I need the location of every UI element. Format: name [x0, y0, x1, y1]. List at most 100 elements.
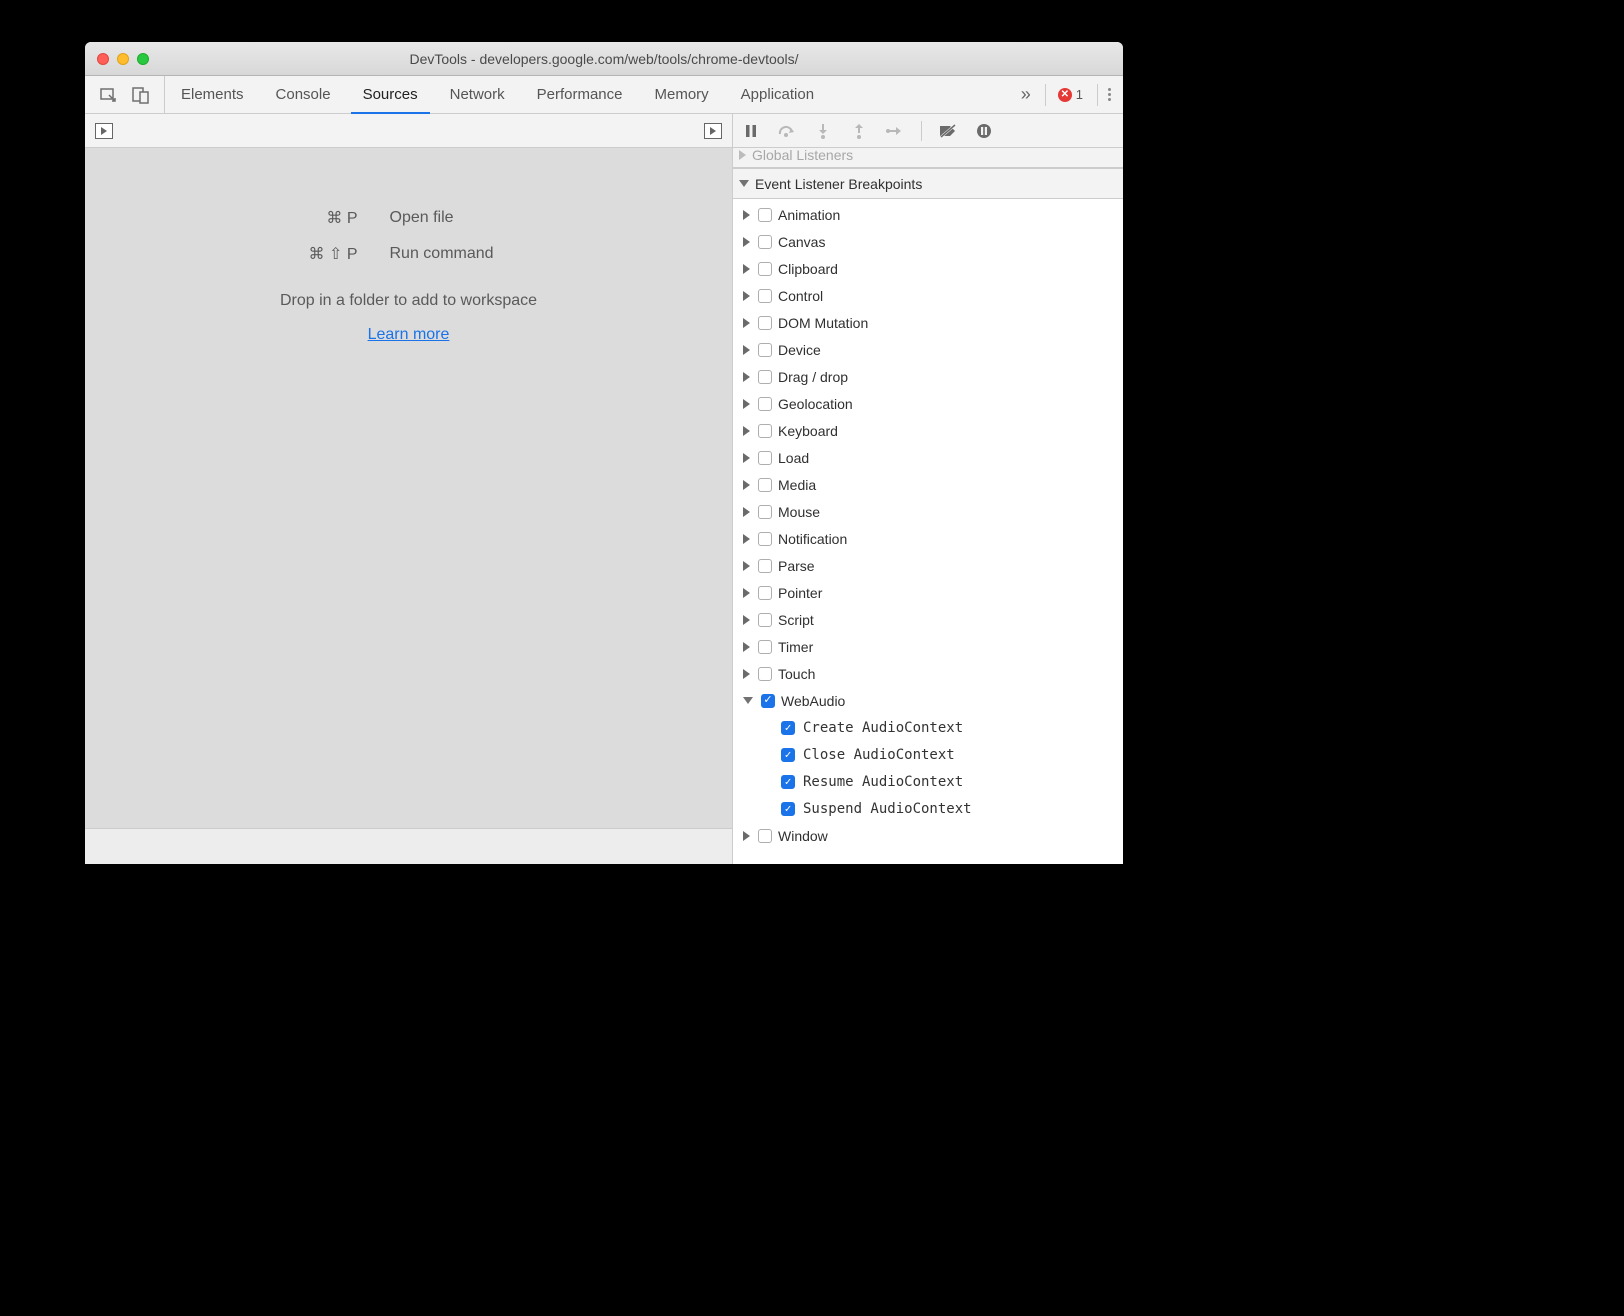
expand-icon[interactable] [743, 237, 750, 247]
main-tabbar: ElementsConsoleSourcesNetworkPerformance… [85, 76, 1123, 114]
pause-on-exceptions-icon[interactable] [974, 123, 994, 139]
category-label: Notification [778, 531, 847, 547]
maximize-window-button[interactable] [137, 53, 149, 65]
settings-menu-icon[interactable] [1097, 84, 1111, 106]
breakpoint-category[interactable]: Load [733, 444, 1123, 471]
category-checkbox[interactable] [758, 235, 772, 249]
category-label: Device [778, 342, 821, 358]
breakpoint-category[interactable]: Touch [733, 660, 1123, 687]
event-listener-breakpoints-header[interactable]: Event Listener Breakpoints [733, 168, 1123, 199]
breakpoint-category[interactable]: Media [733, 471, 1123, 498]
expand-icon[interactable] [743, 480, 750, 490]
category-checkbox[interactable] [758, 559, 772, 573]
category-checkbox[interactable] [758, 505, 772, 519]
error-badge[interactable]: ✕ 1 [1045, 84, 1083, 106]
category-checkbox[interactable] [758, 667, 772, 681]
breakpoint-category[interactable]: Keyboard [733, 417, 1123, 444]
step-into-icon[interactable] [813, 123, 833, 139]
category-checkbox[interactable] [758, 586, 772, 600]
breakpoint-category[interactable]: WebAudio [733, 687, 1123, 714]
close-window-button[interactable] [97, 53, 109, 65]
breakpoint-checkbox[interactable] [781, 721, 795, 735]
expand-icon[interactable] [743, 399, 750, 409]
collapse-icon[interactable] [743, 697, 753, 704]
expand-icon[interactable] [743, 615, 750, 625]
panel-title: Global Listeners [752, 148, 853, 163]
expand-icon[interactable] [743, 507, 750, 517]
breakpoint-category[interactable]: Control [733, 282, 1123, 309]
category-checkbox[interactable] [758, 208, 772, 222]
breakpoint-category[interactable]: Geolocation [733, 390, 1123, 417]
expand-icon[interactable] [743, 426, 750, 436]
breakpoint-category[interactable]: Drag / drop [733, 363, 1123, 390]
breakpoint-category[interactable]: Timer [733, 633, 1123, 660]
expand-icon[interactable] [743, 318, 750, 328]
expand-icon[interactable] [743, 264, 750, 274]
pause-icon[interactable] [741, 124, 761, 138]
category-checkbox[interactable] [758, 478, 772, 492]
step-icon[interactable] [885, 124, 905, 138]
breakpoint-category[interactable]: Script [733, 606, 1123, 633]
breakpoint-category[interactable]: Window [733, 822, 1123, 849]
category-checkbox[interactable] [758, 613, 772, 627]
category-checkbox[interactable] [758, 289, 772, 303]
category-checkbox[interactable] [761, 694, 775, 708]
expand-icon[interactable] [743, 210, 750, 220]
tab-network[interactable]: Network [434, 76, 521, 113]
category-checkbox[interactable] [758, 640, 772, 654]
inspect-element-icon[interactable] [100, 86, 118, 104]
global-listeners-header[interactable]: Global Listeners [733, 148, 1123, 168]
more-tabs-icon[interactable]: » [1021, 84, 1031, 105]
tab-sources[interactable]: Sources [347, 76, 434, 113]
breakpoint-checkbox[interactable] [781, 802, 795, 816]
breakpoint-checkbox[interactable] [781, 775, 795, 789]
category-checkbox[interactable] [758, 316, 772, 330]
tab-memory[interactable]: Memory [639, 76, 725, 113]
expand-icon[interactable] [743, 345, 750, 355]
tab-elements[interactable]: Elements [165, 76, 260, 113]
breakpoint-category[interactable]: Mouse [733, 498, 1123, 525]
expand-icon[interactable] [743, 642, 750, 652]
category-checkbox[interactable] [758, 424, 772, 438]
breakpoint-category[interactable]: Notification [733, 525, 1123, 552]
breakpoint-category[interactable]: Clipboard [733, 255, 1123, 282]
breakpoint-item[interactable]: Suspend AudioContext [733, 795, 1123, 822]
breakpoint-category[interactable]: DOM Mutation [733, 309, 1123, 336]
tab-performance[interactable]: Performance [521, 76, 639, 113]
deactivate-breakpoints-icon[interactable] [938, 124, 958, 138]
expand-icon[interactable] [743, 534, 750, 544]
learn-more-link[interactable]: Learn more [368, 326, 450, 344]
category-checkbox[interactable] [758, 262, 772, 276]
tab-console[interactable]: Console [260, 76, 347, 113]
breakpoint-item[interactable]: Resume AudioContext [733, 768, 1123, 795]
step-over-icon[interactable] [777, 124, 797, 138]
step-out-icon[interactable] [849, 123, 869, 139]
breakpoint-category[interactable]: Device [733, 336, 1123, 363]
category-checkbox[interactable] [758, 343, 772, 357]
expand-icon[interactable] [743, 588, 750, 598]
category-checkbox[interactable] [758, 451, 772, 465]
device-toolbar-icon[interactable] [132, 86, 150, 104]
navigator-toggle-icon[interactable] [95, 123, 113, 139]
expand-icon[interactable] [743, 372, 750, 382]
category-checkbox[interactable] [758, 397, 772, 411]
minimize-window-button[interactable] [117, 53, 129, 65]
expand-icon[interactable] [743, 561, 750, 571]
breakpoint-category[interactable]: Parse [733, 552, 1123, 579]
breakpoint-category[interactable]: Canvas [733, 228, 1123, 255]
breakpoint-category[interactable]: Animation [733, 201, 1123, 228]
breakpoint-item[interactable]: Close AudioContext [733, 741, 1123, 768]
expand-icon[interactable] [743, 831, 750, 841]
breakpoint-item[interactable]: Create AudioContext [733, 714, 1123, 741]
category-checkbox[interactable] [758, 370, 772, 384]
expand-icon[interactable] [743, 453, 750, 463]
category-checkbox[interactable] [758, 829, 772, 843]
category-checkbox[interactable] [758, 532, 772, 546]
tab-application[interactable]: Application [725, 76, 830, 113]
expand-icon[interactable] [743, 291, 750, 301]
expand-icon[interactable] [743, 669, 750, 679]
category-label: Clipboard [778, 261, 838, 277]
breakpoint-category[interactable]: Pointer [733, 579, 1123, 606]
breakpoint-checkbox[interactable] [781, 748, 795, 762]
debugger-toggle-icon[interactable] [704, 123, 722, 139]
